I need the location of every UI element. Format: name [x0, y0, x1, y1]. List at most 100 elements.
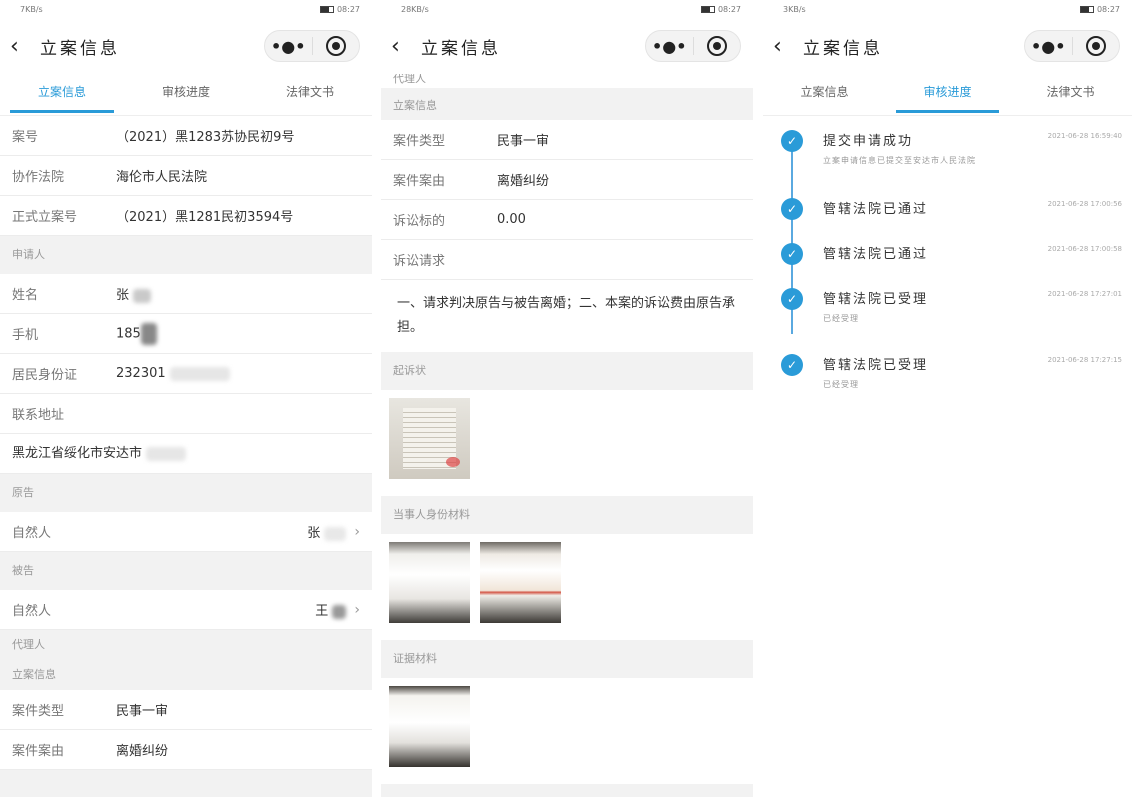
redaction: [146, 446, 187, 461]
network-speed: 28KB/s: [401, 4, 429, 14]
tab-review-progress[interactable]: 审核进度: [124, 74, 248, 115]
check-icon: ✓: [781, 130, 803, 152]
row-value: 张: [307, 526, 321, 541]
row-value: （2021）黑1281民初3594号: [116, 210, 294, 225]
step-subtitle: 已经受理: [823, 380, 859, 389]
section-header-case-info: 立案信息: [381, 88, 753, 120]
section-header-plaintiff: 原告: [0, 474, 372, 512]
nav-bar: ‹ 立案信息 •●•: [763, 18, 1132, 74]
tab-review-progress[interactable]: 审核进度: [886, 74, 1009, 115]
claim-text: 一、请求判决原告与被告离婚；二、本案的诉讼费由原告承担。: [381, 280, 753, 352]
row-value: 民事一审: [497, 134, 550, 149]
row-label: 诉讼标的: [393, 214, 446, 229]
tab-bar: 立案信息 审核进度 法律文书: [0, 74, 372, 116]
applicant-name-row: 姓名 张: [0, 274, 372, 314]
battery-icon: [1079, 5, 1094, 13]
complaint-attachments: [381, 390, 753, 496]
progress-timeline: ✓ 提交申请成功 2021-06-28 16:59:40 立案申请信息已提交至安…: [763, 116, 1132, 797]
back-button[interactable]: ‹: [391, 34, 421, 59]
row-label: 联系地址: [12, 408, 65, 423]
case-number-row: 案号 （2021）黑1283苏协民初9号: [0, 116, 372, 156]
tab-legal-documents[interactable]: 法律文书: [248, 74, 372, 115]
case-cause-row: 案件案由 离婚纠纷: [0, 730, 372, 770]
more-dots-icon[interactable]: •●•: [646, 37, 693, 56]
tab-case-info[interactable]: 立案信息: [0, 74, 124, 115]
tab-bar: 立案信息 审核进度 法律文书: [763, 74, 1132, 116]
section-header-agent: 代理人: [0, 630, 372, 660]
row-label: 正式立案号: [12, 210, 78, 225]
timeline-step: ✓ 管辖法院已通过 2021-06-28 17:00:56: [763, 198, 1132, 243]
row-label: 诉讼请求: [393, 254, 446, 269]
more-dots-icon[interactable]: •●•: [1025, 37, 1072, 56]
case-cause-row: 案件案由 离婚纠纷: [381, 160, 753, 200]
row-label: 协作法院: [12, 170, 65, 185]
section-header-case-info: 立案信息: [0, 660, 372, 690]
row-value: 海伦市人民法院: [116, 170, 208, 185]
row-value: 232301: [116, 366, 166, 381]
clock: 08:27: [1096, 4, 1120, 14]
section-header-agent: 代理人: [381, 73, 753, 88]
applicant-id-row: 居民身份证 232301: [0, 354, 372, 394]
row-value: （2021）黑1283苏协民初9号: [116, 130, 295, 145]
section-header-evidence: 证据材料: [381, 640, 753, 678]
close-button[interactable]: [1073, 36, 1120, 56]
phone-screen-review-progress: 3KB/s 08:27 ‹ 立案信息 •●• 立案信息 审核进度 法律文书 ✓ …: [763, 0, 1132, 797]
target-close-icon: [325, 36, 346, 56]
timeline-step: ✓ 管辖法院已通过 2021-06-28 17:00:58: [763, 243, 1132, 288]
page-title: 立案信息: [40, 38, 120, 59]
claim-request-row: 诉讼请求: [381, 240, 753, 280]
section-header-defendant: 被告: [0, 552, 372, 590]
more-dots-icon[interactable]: •●•: [265, 37, 312, 56]
check-icon: ✓: [781, 198, 803, 220]
step-subtitle: 已经受理: [823, 314, 859, 323]
close-button[interactable]: [694, 36, 741, 56]
row-value: 张: [116, 288, 130, 303]
court-row: 协作法院 海伦市人民法院: [0, 156, 372, 196]
row-label: 案件类型: [393, 134, 446, 149]
chevron-right-icon: ›: [354, 523, 360, 540]
row-label: 姓名: [12, 288, 39, 303]
chevron-right-icon: ›: [354, 601, 360, 618]
row-value: 王: [315, 604, 329, 619]
tab-legal-documents[interactable]: 法律文书: [1009, 74, 1132, 115]
clock: 08:27: [336, 4, 360, 14]
status-bar: 7KB/s 08:27: [0, 0, 372, 18]
row-label: 居民身份证: [12, 368, 78, 383]
step-time: 2021-06-28 16:59:40: [1047, 132, 1122, 140]
step-time: 2021-06-28 17:27:15: [1047, 356, 1122, 364]
row-label: 自然人: [12, 604, 52, 619]
row-label: 案件案由: [12, 744, 65, 759]
back-button[interactable]: ‹: [10, 34, 40, 59]
complaint-document-thumbnail[interactable]: [389, 398, 470, 479]
step-time: 2021-06-28 17:27:01: [1047, 290, 1122, 298]
step-subtitle: 立案申请信息已提交至安达市人民法院: [823, 156, 976, 165]
timeline-step: ✓ 提交申请成功 2021-06-28 16:59:40 立案申请信息已提交至安…: [763, 130, 1132, 198]
evidence-attachments: [381, 678, 753, 784]
tab-case-info[interactable]: 立案信息: [763, 74, 886, 115]
back-button[interactable]: ‹: [773, 34, 803, 59]
redaction: [140, 322, 157, 345]
plaintiff-row[interactable]: 自然人 张 ›: [0, 512, 372, 552]
redaction: [133, 288, 152, 303]
network-speed: 3KB/s: [783, 4, 806, 14]
row-label: 案件案由: [393, 174, 446, 189]
timeline-step: ✓ 管辖法院已受理 2021-06-28 17:27:15 已经受理: [763, 354, 1132, 414]
case-type-row: 案件类型 民事一审: [0, 690, 372, 730]
step-time: 2021-06-28 17:00:56: [1047, 200, 1122, 208]
phone-screen-case-info: 7KB/s 08:27 ‹ 立案信息 •●• 立案信息 审核进度 法律文书 案号…: [0, 0, 372, 797]
id-attachments: [381, 534, 753, 640]
applicant-address-row: 联系地址: [0, 394, 372, 434]
step-time: 2021-06-28 17:00:58: [1047, 245, 1122, 253]
check-icon: ✓: [781, 288, 803, 310]
redaction: [324, 526, 347, 541]
id-photo-thumbnail[interactable]: [389, 542, 470, 623]
defendant-row[interactable]: 自然人 王 ›: [0, 590, 372, 630]
row-label: 手机: [12, 328, 39, 343]
id-photo-thumbnail[interactable]: [480, 542, 561, 623]
evidence-photo-thumbnail[interactable]: [389, 686, 470, 767]
section-header-applicant: 申请人: [0, 236, 372, 274]
page-title: 立案信息: [803, 38, 883, 59]
close-button[interactable]: [313, 36, 360, 56]
mini-program-capsule: •●•: [264, 30, 360, 62]
status-bar: 3KB/s 08:27: [763, 0, 1132, 18]
